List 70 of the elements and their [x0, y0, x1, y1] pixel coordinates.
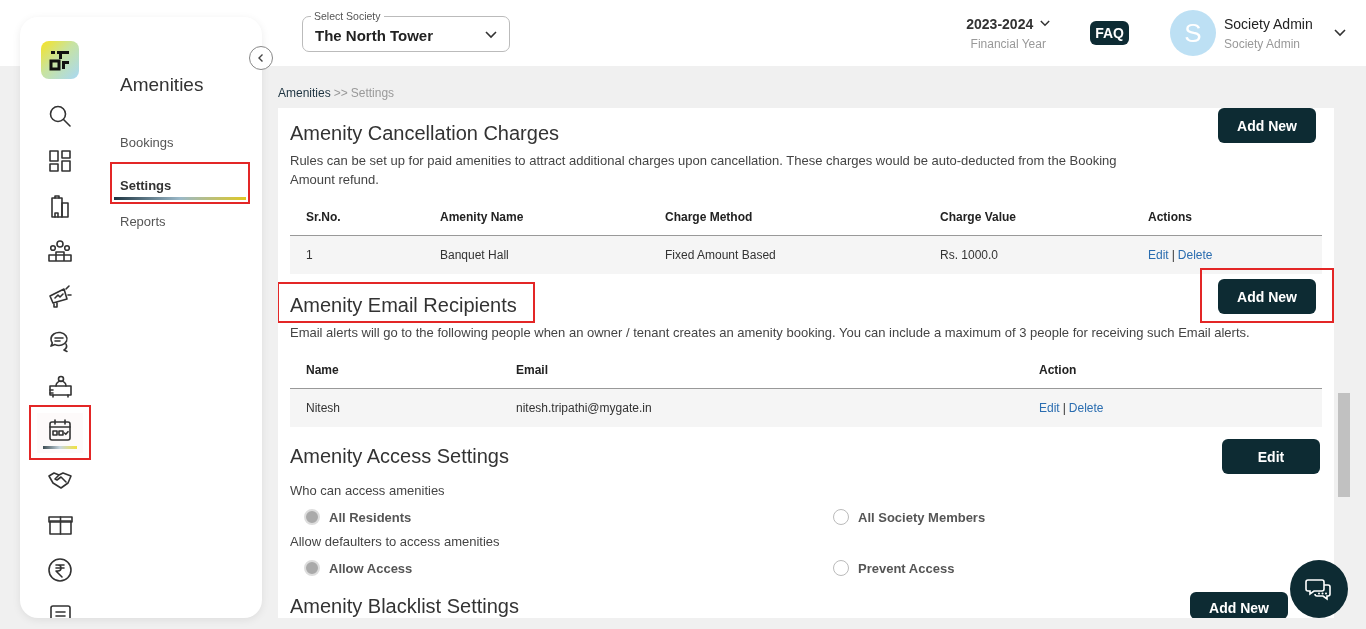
column-header: Email [516, 363, 549, 377]
edit-link[interactable]: Edit [1039, 401, 1060, 415]
reception-desk-icon [47, 373, 73, 399]
breadcrumb-link[interactable]: Amenities [278, 86, 331, 108]
user-menu-button[interactable] [1334, 29, 1346, 37]
column-header: Charge Method [665, 210, 754, 224]
year-dropdown[interactable]: 2023-2024 [966, 15, 1051, 32]
section-title: Amenity Cancellation Charges [290, 122, 560, 145]
calendar-icon [47, 417, 73, 443]
breadcrumb-current: Settings [350, 86, 395, 102]
year-caption: Financial Year [970, 36, 1046, 51]
section-description: Email alerts will go to the following people when an owner / tenant creates an amenity booking. You can include a maximum of 3 people for receiving such Email alerts. [290, 324, 1251, 342]
option-label: All Society Members [858, 509, 986, 525]
section-title: Amenity Email Recipients [290, 294, 517, 317]
user-role: Society Admin [1224, 36, 1302, 51]
edit-link[interactable]: Edit [1148, 248, 1169, 262]
search-icon [47, 103, 73, 129]
delete-link[interactable]: Delete [1177, 248, 1213, 262]
section-description: Rules can be set up for paid amenities to attract additional charges upon cancellation. These charges would be auto-deducted from the Booking Amount refund. [290, 152, 1118, 189]
table-cell-text: 1 [306, 248, 314, 262]
column-header: Actions [1148, 210, 1193, 224]
chevron-down-icon [485, 31, 497, 39]
table-cell-text: Fixed Amount Based [665, 248, 777, 262]
collapse-button[interactable] [249, 46, 273, 70]
faq-button[interactable]: FAQ [1090, 21, 1129, 45]
menu-item[interactable]: Reports [110, 204, 250, 239]
scrollbar-thumb[interactable] [1338, 393, 1350, 497]
question-label: Who can access amenities [290, 483, 446, 498]
column-header: Sr.No. [306, 210, 342, 224]
column-header: Action [1039, 363, 1078, 377]
option-label: All Residents [329, 509, 412, 525]
edit-button[interactable]: Edit [1222, 439, 1320, 474]
user-name: Society Admin [1224, 15, 1314, 32]
radio-button[interactable] [833, 560, 849, 576]
app-logo[interactable] [41, 41, 79, 79]
table-cell-text: Rs. 1000.0 [940, 248, 1000, 262]
dashboard-icon [47, 148, 73, 174]
column-header: Name [306, 363, 340, 377]
section-title: Amenity Access Settings [290, 445, 509, 468]
user-avatar: S [1170, 10, 1216, 56]
column-header: Charge Value [940, 210, 1018, 224]
add-new-button[interactable]: Add New [1190, 592, 1288, 618]
nav-calendar-button[interactable] [37, 413, 83, 453]
column-header: Amenity Name [440, 210, 525, 224]
delete-link[interactable]: Delete [1068, 401, 1104, 415]
breadcrumb-separator: >> [333, 86, 348, 102]
people-icon [47, 238, 73, 264]
chevron-down-icon [1334, 29, 1346, 37]
chevron-left-icon [256, 53, 266, 63]
rupee-icon [47, 557, 73, 583]
menu-item[interactable]: Settings [114, 164, 246, 200]
table-cell-text: nitesh.tripathi@mygate.in [516, 401, 653, 415]
society-select[interactable]: Select Society The North Tower [302, 10, 510, 52]
action-separator: | [1062, 401, 1066, 415]
megaphone-icon [47, 283, 73, 309]
question-label: Allow defaulters to access amenities [290, 534, 501, 549]
table-cell-text: Banquet Hall [440, 248, 510, 262]
menu-title: Amenities [120, 74, 205, 97]
radio-button[interactable] [833, 509, 849, 525]
add-new-button[interactable]: Add New [1218, 279, 1316, 314]
section-title: Amenity Blacklist Settings [290, 595, 519, 617]
radio-button[interactable] [304, 560, 320, 576]
chevron-down-icon [1040, 20, 1051, 27]
option-label: Prevent Access [858, 560, 955, 576]
option-label: Allow Access [329, 560, 413, 576]
menu-item[interactable]: Bookings [110, 125, 250, 160]
action-separator: | [1171, 248, 1175, 262]
add-new-button[interactable]: Add New [1218, 108, 1316, 143]
table-cell-text: Nitesh [306, 401, 341, 415]
radio-button[interactable] [304, 509, 320, 525]
